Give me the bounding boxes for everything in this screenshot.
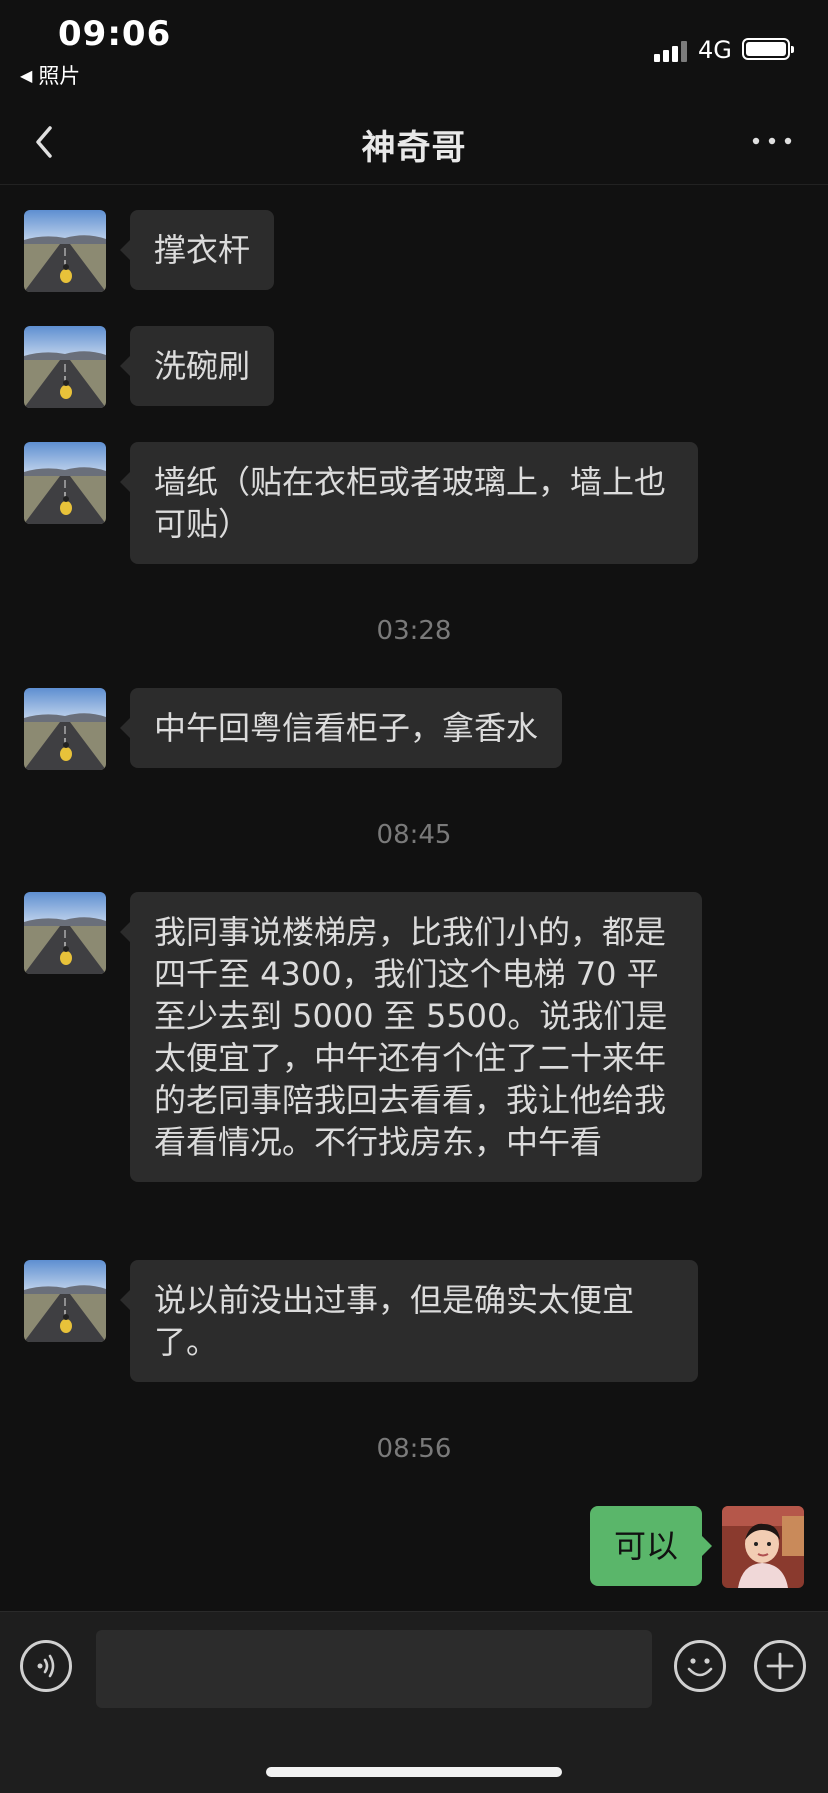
voice-button[interactable] bbox=[20, 1640, 72, 1692]
road-avatar-image bbox=[24, 688, 106, 770]
road-avatar-image bbox=[24, 892, 106, 974]
voice-icon bbox=[37, 1654, 55, 1678]
child-avatar-image bbox=[722, 1506, 804, 1588]
message-bubble[interactable]: 中午回粤信看柜子，拿香水 bbox=[119, 688, 563, 768]
more-button[interactable] bbox=[752, 126, 792, 156]
contact-avatar[interactable] bbox=[24, 688, 106, 770]
back-triangle-icon: ◀ bbox=[20, 65, 33, 85]
emoji-button[interactable] bbox=[674, 1640, 726, 1692]
battery-icon bbox=[742, 38, 794, 60]
contact-avatar[interactable] bbox=[24, 326, 106, 408]
plus-icon bbox=[766, 1652, 794, 1680]
home-indicator[interactable] bbox=[266, 1767, 562, 1777]
emoji-icon bbox=[687, 1658, 713, 1677]
message-bubble[interactable]: 撑衣杆 bbox=[119, 210, 275, 290]
road-avatar-image bbox=[24, 442, 106, 524]
road-avatar-image bbox=[24, 326, 106, 408]
more-icon bbox=[752, 137, 792, 145]
input-bar bbox=[0, 1611, 828, 1793]
message-row: 墙纸（贴在衣柜或者玻璃上，墙上也可贴） bbox=[24, 442, 698, 564]
message-row: 说以前没出过事，但是确实太便宜了。 bbox=[24, 1260, 698, 1382]
message-row: 撑衣杆 bbox=[24, 210, 275, 292]
back-to-app-link[interactable]: ◀ 照片 bbox=[20, 60, 80, 90]
timestamp: 03:28 bbox=[376, 616, 452, 646]
contact-avatar[interactable] bbox=[24, 1260, 106, 1342]
my-avatar[interactable] bbox=[722, 1506, 804, 1588]
message-bubble[interactable]: 我同事说楼梯房，比我们小的，都是四千至 4300，我们这个电梯 70 平至少去到… bbox=[120, 892, 702, 1182]
timestamp: 08:45 bbox=[376, 820, 452, 850]
message-row: 中午回粤信看柜子，拿香水 bbox=[24, 688, 563, 770]
contact-avatar[interactable] bbox=[24, 892, 106, 974]
signal-icon bbox=[654, 40, 688, 62]
back-app-label: 照片 bbox=[38, 64, 81, 88]
my-message-bubble[interactable]: 可以 bbox=[589, 1506, 713, 1586]
my-message-row: 可以 bbox=[589, 1506, 804, 1588]
message-input[interactable] bbox=[96, 1630, 652, 1708]
contact-avatar[interactable] bbox=[24, 210, 106, 292]
message-bubble[interactable]: 墙纸（贴在衣柜或者玻璃上，墙上也可贴） bbox=[120, 442, 698, 564]
chat-header: 神奇哥 bbox=[0, 100, 828, 185]
status-time: 09:06 bbox=[58, 14, 172, 54]
status-bar: 09:06 ◀ 照片 4G bbox=[0, 0, 828, 100]
message-bubble[interactable]: 洗碗刷 bbox=[119, 326, 275, 406]
road-avatar-image bbox=[24, 210, 106, 292]
more-functions-button[interactable] bbox=[754, 1640, 806, 1692]
message-bubble[interactable]: 说以前没出过事，但是确实太便宜了。 bbox=[120, 1260, 698, 1382]
network-type: 4G bbox=[698, 36, 732, 64]
contact-avatar[interactable] bbox=[24, 442, 106, 524]
road-avatar-image bbox=[24, 1260, 106, 1342]
message-row: 洗碗刷 bbox=[24, 326, 275, 408]
chat-title: 神奇哥 bbox=[361, 128, 467, 168]
timestamp: 08:56 bbox=[376, 1434, 452, 1464]
message-row: 我同事说楼梯房，比我们小的，都是四千至 4300，我们这个电梯 70 平至少去到… bbox=[24, 892, 702, 1182]
